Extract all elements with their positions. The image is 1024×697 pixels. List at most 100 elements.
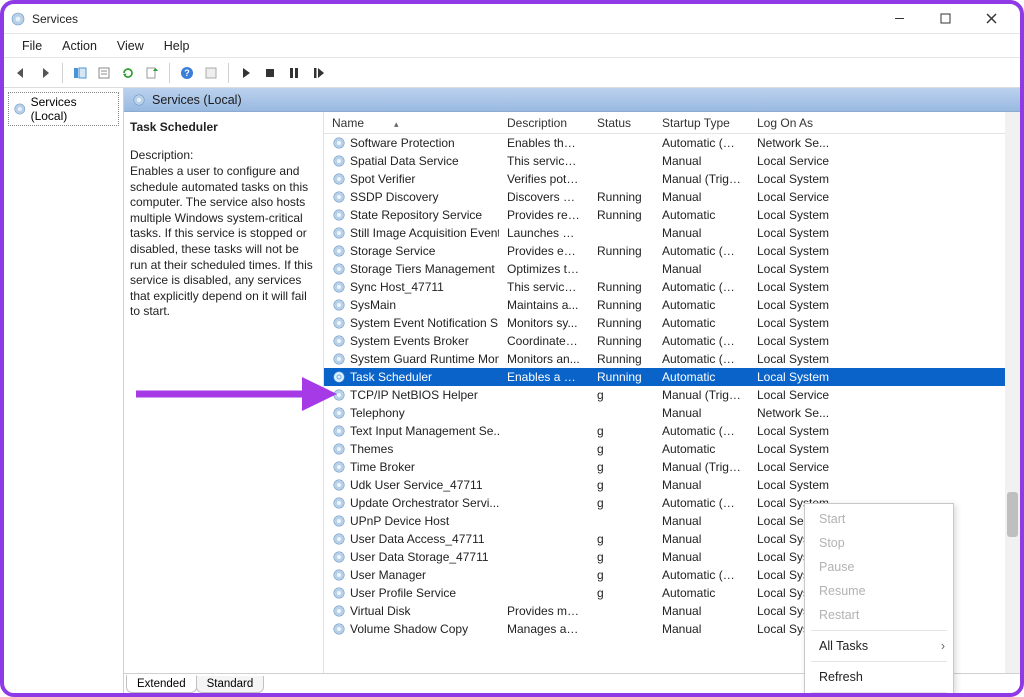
service-name: System Events Broker — [350, 334, 469, 348]
ctx-start[interactable]: Start — [805, 507, 953, 531]
service-status: g — [589, 586, 654, 600]
service-startup: Manual — [654, 154, 749, 168]
service-startup: Manual — [654, 532, 749, 546]
pause-service-button[interactable] — [283, 62, 305, 84]
vertical-scrollbar[interactable] — [1005, 112, 1020, 673]
refresh-button[interactable] — [117, 62, 139, 84]
service-row[interactable]: Time Broker g Manual (Trigg... Local Ser… — [324, 458, 1020, 476]
gear-icon — [332, 532, 346, 546]
header-status[interactable]: Status — [589, 116, 654, 130]
service-row[interactable]: System Events Broker Coordinates ... Run… — [324, 332, 1020, 350]
close-button[interactable] — [968, 4, 1014, 34]
service-desc: Enables the ... — [499, 136, 589, 150]
service-row[interactable]: SSDP Discovery Discovers ne... Running M… — [324, 188, 1020, 206]
gear-icon — [332, 568, 346, 582]
window-title: Services — [32, 12, 876, 26]
header-name[interactable]: Name▴ — [324, 116, 499, 130]
service-status: g — [589, 496, 654, 510]
service-name: Text Input Management Se... — [350, 424, 499, 438]
service-name: User Manager — [350, 568, 426, 582]
menu-action[interactable]: Action — [52, 36, 107, 56]
ctx-pause[interactable]: Pause — [805, 555, 953, 579]
service-row[interactable]: Text Input Management Se... g Automatic … — [324, 422, 1020, 440]
service-name: Storage Service — [350, 244, 435, 258]
titlebar[interactable]: Services — [4, 4, 1020, 34]
service-desc: Manages an... — [499, 622, 589, 636]
ctx-restart[interactable]: Restart — [805, 603, 953, 627]
ctx-all-tasks[interactable]: All Tasks — [805, 634, 953, 658]
scroll-thumb[interactable] — [1007, 492, 1018, 537]
service-list[interactable]: Name▴ Description Status Startup Type Lo… — [324, 112, 1020, 673]
minimize-button[interactable] — [876, 4, 922, 34]
gear-icon — [332, 244, 346, 258]
list-header[interactable]: Name▴ Description Status Startup Type Lo… — [324, 112, 1020, 134]
menu-file[interactable]: File — [12, 36, 52, 56]
service-row[interactable]: System Guard Runtime Mon... Monitors an.… — [324, 350, 1020, 368]
start-service-button[interactable] — [235, 62, 257, 84]
service-name: Storage Tiers Management — [350, 262, 495, 276]
service-desc: Verifies pote... — [499, 172, 589, 186]
service-row[interactable]: Udk User Service_47711 g Manual Local Sy… — [324, 476, 1020, 494]
header-logon[interactable]: Log On As — [749, 116, 839, 130]
help-button[interactable]: ? — [176, 62, 198, 84]
properties-button[interactable] — [93, 62, 115, 84]
service-row[interactable]: State Repository Service Provides req...… — [324, 206, 1020, 224]
maximize-button[interactable] — [922, 4, 968, 34]
service-logon: Local System — [749, 226, 839, 240]
service-startup: Automatic (De... — [654, 244, 749, 258]
service-startup: Automatic — [654, 208, 749, 222]
service-startup: Manual — [654, 406, 749, 420]
service-row[interactable]: System Event Notification S... Monitors … — [324, 314, 1020, 332]
service-logon: Local System — [749, 352, 839, 366]
service-row[interactable]: Telephony Manual Network Se... — [324, 404, 1020, 422]
selected-service-name: Task Scheduler — [130, 120, 317, 134]
service-row[interactable]: Storage Tiers Management Optimizes th...… — [324, 260, 1020, 278]
ctx-resume[interactable]: Resume — [805, 579, 953, 603]
service-startup: Automatic — [654, 316, 749, 330]
menu-help[interactable]: Help — [154, 36, 200, 56]
tree-root-services-local[interactable]: Services (Local) — [8, 92, 119, 126]
service-status: Running — [589, 334, 654, 348]
gear-icon — [332, 388, 346, 402]
service-name: System Guard Runtime Mon... — [350, 352, 499, 366]
service-startup: Automatic (De... — [654, 280, 749, 294]
service-row[interactable]: Sync Host_47711 This service ... Running… — [324, 278, 1020, 296]
service-logon: Network Se... — [749, 136, 839, 150]
service-logon: Local System — [749, 478, 839, 492]
ctx-stop[interactable]: Stop — [805, 531, 953, 555]
service-row[interactable]: Spatial Data Service This service i... M… — [324, 152, 1020, 170]
nav-back-button[interactable] — [10, 62, 32, 84]
gear-icon — [332, 496, 346, 510]
service-name: Virtual Disk — [350, 604, 410, 618]
service-row[interactable]: Software Protection Enables the ... Auto… — [324, 134, 1020, 152]
service-row[interactable]: Still Image Acquisition Events Launches … — [324, 224, 1020, 242]
service-startup: Manual (Trigg... — [654, 460, 749, 474]
nav-forward-button[interactable] — [34, 62, 56, 84]
service-row[interactable]: Task Scheduler Enables a us... Running A… — [324, 368, 1020, 386]
service-logon: Local Service — [749, 154, 839, 168]
restart-service-button[interactable] — [307, 62, 329, 84]
service-row[interactable]: TCP/IP NetBIOS Helper g Manual (Trigg...… — [324, 386, 1020, 404]
service-startup: Automatic (De... — [654, 496, 749, 510]
service-row[interactable]: Themes g Automatic Local System — [324, 440, 1020, 458]
service-status: g — [589, 532, 654, 546]
show-hide-tree-button[interactable] — [69, 62, 91, 84]
service-row[interactable]: Storage Service Provides ena... Running … — [324, 242, 1020, 260]
service-status: Running — [589, 244, 654, 258]
service-name: Sync Host_47711 — [350, 280, 444, 294]
tab-standard[interactable]: Standard — [196, 676, 265, 693]
ctx-refresh[interactable]: Refresh — [805, 665, 953, 689]
service-row[interactable]: Spot Verifier Verifies pote... Manual (T… — [324, 170, 1020, 188]
gear-icon — [332, 190, 346, 204]
help-button-2[interactable] — [200, 62, 222, 84]
tab-extended[interactable]: Extended — [126, 675, 197, 693]
service-logon: Local Service — [749, 190, 839, 204]
stop-service-button[interactable] — [259, 62, 281, 84]
header-description[interactable]: Description — [499, 116, 589, 130]
menu-view[interactable]: View — [107, 36, 154, 56]
header-startup[interactable]: Startup Type — [654, 116, 749, 130]
export-list-button[interactable] — [141, 62, 163, 84]
service-name: User Data Storage_47711 — [350, 550, 489, 564]
service-row[interactable]: SysMain Maintains a... Running Automatic… — [324, 296, 1020, 314]
service-logon: Local System — [749, 334, 839, 348]
